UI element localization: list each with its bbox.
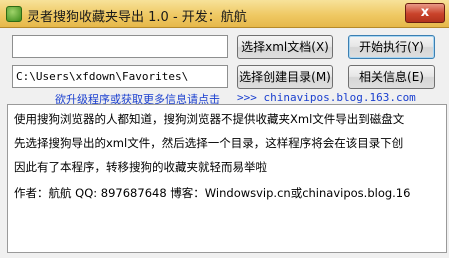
title-bar: 灵者搜狗收藏夹导出 1.0 - 开发：航航 x bbox=[0, 0, 449, 28]
info-line-instructions: 先选择搜狗导出的xml文件，然后选择一个目录，这样程序将会在该目录下创 bbox=[14, 136, 404, 150]
target-directory-input[interactable]: C:\Users\xfdown\Favorites\ bbox=[12, 65, 228, 88]
info-line-author: 作者：航航 QQ: 897687648 博客：Windowsvip.cn或chi… bbox=[14, 186, 411, 200]
xml-file-input[interactable] bbox=[12, 35, 228, 58]
blog-link[interactable]: >>> chinavipos.blog.163.com bbox=[237, 91, 416, 104]
select-directory-button[interactable]: 选择创建目录(M) bbox=[237, 65, 333, 89]
app-icon bbox=[6, 6, 22, 22]
select-xml-button[interactable]: 选择xml文档(X) bbox=[237, 35, 333, 59]
info-line-purpose: 因此有了本程序，转移搜狗的收藏夹就轻而易举啦 bbox=[14, 160, 267, 174]
window-title: 灵者搜狗收藏夹导出 1.0 - 开发：航航 bbox=[27, 10, 247, 25]
about-button[interactable]: 相关信息(E) bbox=[348, 65, 435, 89]
close-button[interactable]: x bbox=[405, 3, 445, 23]
info-panel: 使用搜狗浏览器的人都知道，搜狗浏览器不提供收藏夹Xml文件导出到磁盘文 先选择搜… bbox=[7, 104, 447, 253]
info-line-usage: 使用搜狗浏览器的人都知道，搜狗浏览器不提供收藏夹Xml文件导出到磁盘文 bbox=[14, 112, 405, 126]
start-button[interactable]: 开始执行(Y) bbox=[348, 35, 435, 59]
